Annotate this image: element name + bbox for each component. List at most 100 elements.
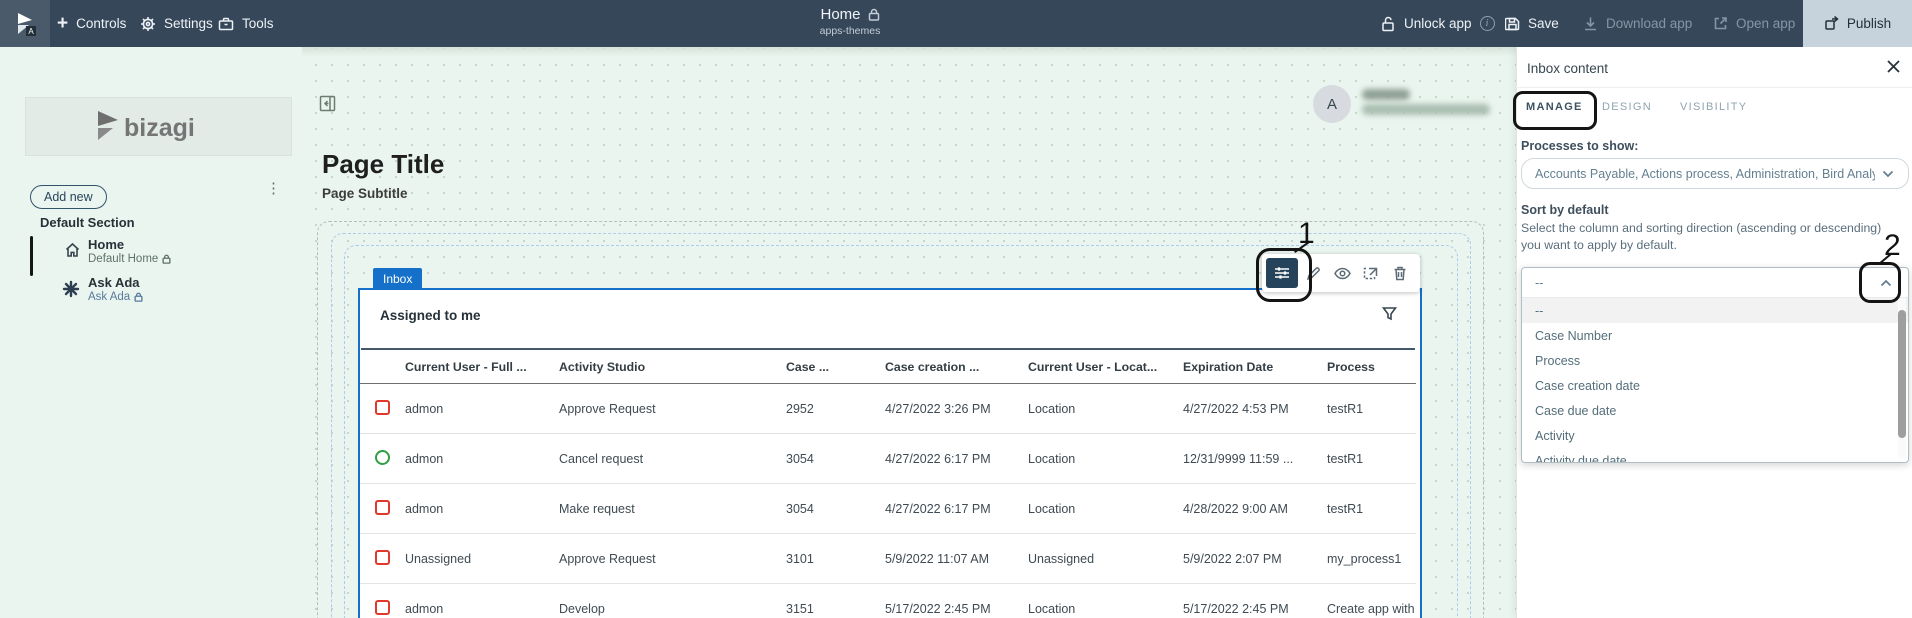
case-status-icon — [375, 499, 390, 515]
cell-user: admon — [405, 451, 444, 466]
sidebar-item-subtitle: Default Home — [88, 253, 171, 265]
open-app-button[interactable]: Open app — [1713, 0, 1795, 47]
kebab-menu-icon[interactable]: ⋮ — [266, 181, 281, 196]
sidebar-item-home[interactable]: Home Default Home — [30, 236, 280, 278]
column-header[interactable]: Current User - Full ... — [405, 360, 559, 374]
settings-label: Settings — [164, 16, 213, 31]
sort-select-open: -- -- Case Number Process Case creation … — [1521, 267, 1909, 463]
sort-option[interactable]: Activity — [1522, 423, 1908, 448]
plus-icon: + — [57, 12, 69, 34]
cell-expiration-date: 5/9/2022 2:07 PM — [1183, 551, 1282, 566]
column-header[interactable]: Process — [1327, 360, 1416, 374]
bizagi-brand-tile[interactable]: A — [0, 0, 50, 47]
controls-menu[interactable]: + Controls — [57, 0, 126, 47]
sort-option[interactable]: Activity due date — [1522, 448, 1908, 463]
sort-option[interactable]: -- — [1522, 298, 1908, 323]
inbox-table: Current User - Full ... Activity Studio … — [360, 350, 1416, 618]
info-icon[interactable]: i — [1479, 16, 1495, 31]
cell-process: testR1 — [1327, 401, 1364, 416]
tab-assigned-to-me[interactable]: Assigned to me — [380, 308, 481, 323]
case-status-icon — [375, 449, 390, 465]
collapse-sidebar-icon[interactable] — [319, 95, 336, 112]
cell-location: Location — [1028, 601, 1076, 616]
bizagi-logo-icon: A — [18, 12, 36, 36]
column-header[interactable]: Activity Studio — [559, 360, 786, 374]
cell-case-number: 3054 — [786, 501, 814, 516]
table-row[interactable]: admon Develop 3151 5/17/2022 2:45 PM Loc… — [360, 584, 1416, 618]
table-row[interactable]: admon Approve Request 2952 4/27/2022 3:2… — [360, 384, 1416, 434]
user-avatar[interactable]: A — [1313, 85, 1351, 123]
cell-process: testR1 — [1327, 451, 1364, 466]
dropdown-scrollbar-thumb[interactable] — [1898, 310, 1906, 438]
cell-activity: Develop — [559, 601, 605, 616]
table-row[interactable]: admon Cancel request 3054 4/27/2022 6:17… — [360, 434, 1416, 484]
panel-divider — [1516, 87, 1912, 88]
tools-label: Tools — [242, 16, 274, 31]
app-designer-window: A + Controls Settings Tools Home apps-th… — [0, 0, 1912, 618]
sidebar-item-title: Ask Ada — [88, 275, 140, 290]
unlock-icon — [1381, 16, 1396, 32]
cell-creation-date: 4/27/2022 6:17 PM — [885, 451, 991, 466]
download-app-button[interactable]: Download app — [1583, 0, 1692, 47]
close-panel-icon[interactable] — [1886, 59, 1901, 74]
cell-creation-date: 4/27/2022 6:17 PM — [885, 501, 991, 516]
table-row[interactable]: admon Make request 3054 4/27/2022 6:17 P… — [360, 484, 1416, 534]
navbar-page-title: Home — [820, 6, 861, 23]
redacted-user-name — [1362, 89, 1410, 100]
cell-case-number: 3054 — [786, 451, 814, 466]
settings-menu[interactable]: Settings — [140, 0, 213, 47]
processes-select[interactable]: Accounts Payable, Actions process, Admin… — [1521, 158, 1909, 189]
sort-option[interactable]: Case Number — [1522, 323, 1908, 348]
sidebar-item-ask-ada[interactable]: Ask Ada Ask Ada — [30, 274, 280, 316]
sort-select-field[interactable]: -- — [1522, 268, 1908, 298]
gear-icon — [140, 16, 156, 32]
app-logo-card[interactable]: bizagi — [25, 97, 292, 156]
cell-case-number: 3151 — [786, 601, 814, 616]
cell-activity: Approve Request — [559, 551, 656, 566]
sort-option[interactable]: Case due date — [1522, 398, 1908, 423]
cell-expiration-date: 12/31/9999 11:59 ... — [1183, 451, 1294, 466]
tab-strip-divider — [361, 348, 1415, 350]
chevron-down-icon — [1882, 170, 1894, 178]
table-header-row: Current User - Full ... Activity Studio … — [360, 350, 1416, 384]
processes-to-show-label: Processes to show: — [1521, 139, 1639, 153]
lock-icon — [162, 254, 171, 264]
cell-case-number: 3101 — [786, 551, 814, 566]
column-header[interactable]: Expiration Date — [1183, 360, 1327, 374]
download-app-label: Download app — [1606, 16, 1693, 31]
column-header[interactable]: Case creation ... — [885, 360, 1028, 374]
eye-icon — [1333, 267, 1351, 279]
cell-process: my_process1 — [1327, 551, 1402, 566]
lock-icon — [868, 8, 879, 21]
sort-option[interactable]: Process — [1522, 348, 1908, 373]
tab-visibility[interactable]: VISIBILITY — [1680, 101, 1747, 113]
filter-icon[interactable] — [1382, 306, 1397, 321]
download-icon — [1583, 16, 1598, 31]
tools-menu[interactable]: Tools — [218, 0, 274, 47]
export-widget-button[interactable] — [1357, 258, 1385, 288]
cell-creation-date: 5/17/2022 2:45 PM — [885, 601, 991, 616]
save-label: Save — [1528, 16, 1559, 31]
unlock-app-button[interactable]: Unlock app i — [1381, 0, 1495, 47]
cell-activity: Make request — [559, 501, 635, 516]
column-header[interactable]: Case ... — [786, 360, 885, 374]
cell-creation-date: 5/9/2022 11:07 AM — [885, 551, 990, 566]
open-app-label: Open app — [1736, 16, 1796, 31]
save-button[interactable]: Save — [1505, 0, 1559, 47]
delete-widget-button[interactable] — [1386, 258, 1414, 288]
controls-label: Controls — [76, 16, 127, 31]
column-header[interactable]: Current User - Locat... — [1028, 360, 1183, 374]
page-title: Page Title — [322, 149, 445, 179]
add-new-button[interactable]: Add new — [30, 185, 107, 209]
bizagi-logo: bizagi — [97, 110, 194, 142]
save-icon — [1505, 16, 1520, 31]
cell-activity: Approve Request — [559, 401, 656, 416]
sort-option[interactable]: Case creation date — [1522, 373, 1908, 398]
table-row[interactable]: Unassigned Approve Request 3101 5/9/2022… — [360, 534, 1416, 584]
cell-user: admon — [405, 401, 444, 416]
publish-button[interactable]: Publish — [1803, 0, 1912, 47]
cell-case-number: 2952 — [786, 401, 814, 416]
visibility-button[interactable] — [1328, 258, 1356, 288]
toolbox-icon — [218, 16, 234, 32]
tab-design[interactable]: DESIGN — [1602, 101, 1652, 113]
